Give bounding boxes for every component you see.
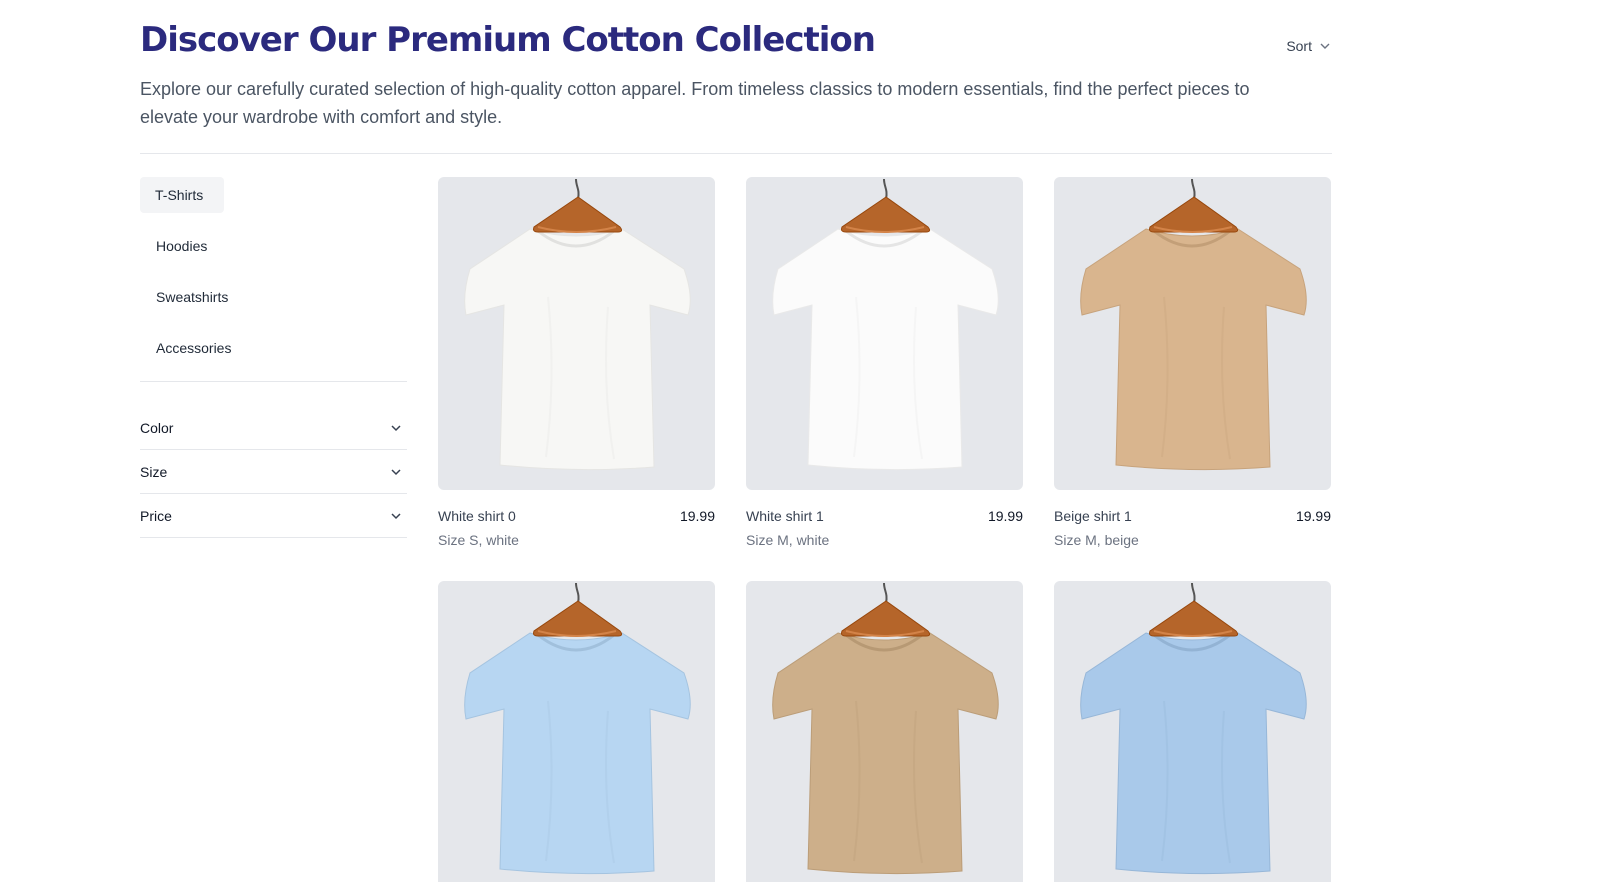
filter-size[interactable]: Size: [140, 450, 407, 494]
tshirt-hanger-illustration: [1080, 582, 1307, 875]
tshirt-body: [464, 632, 691, 875]
product-name: Beige shirt 1: [1054, 508, 1132, 524]
product-meta: White shirt 1 19.99: [746, 508, 1023, 524]
product-card[interactable]: [438, 581, 715, 882]
tshirt-body: [772, 632, 999, 875]
filter-label: Color: [140, 419, 174, 436]
tshirt-hanger-illustration: [772, 582, 999, 875]
chevron-down-icon: [1320, 43, 1330, 49]
tshirt-body: [772, 228, 999, 471]
category-accessories[interactable]: Accessories: [140, 330, 407, 366]
filter-label: Size: [140, 463, 168, 480]
filter-list: Color Size Price: [140, 406, 407, 538]
product-price: 19.99: [987, 508, 1023, 524]
category-sweatshirts[interactable]: Sweatshirts: [140, 279, 407, 315]
product-listing-page: Discover Our Premium Cotton Collection E…: [0, 0, 1600, 882]
sidebar: T-Shirts Hoodies Sweatshirts Accessories…: [140, 177, 407, 538]
chevron-down-icon: [391, 468, 401, 475]
sidebar-divider: [140, 381, 407, 382]
hanger-hook: [575, 178, 580, 200]
category-hoodies[interactable]: Hoodies: [140, 228, 407, 264]
header-divider: [140, 153, 1332, 154]
hanger-hook: [883, 582, 888, 604]
tshirt-hanger-illustration: [1080, 178, 1307, 471]
sort-button[interactable]: Sort: [1286, 38, 1332, 54]
filter-label: Price: [140, 507, 172, 524]
product-card[interactable]: Beige shirt 1 19.99 Size M, beige: [1054, 177, 1331, 548]
product-card[interactable]: White shirt 1 19.99 Size M, white: [746, 177, 1023, 548]
hanger-bar: [1149, 600, 1239, 637]
hanger-hook: [575, 582, 580, 604]
tshirt-hanger-illustration: [464, 178, 691, 471]
product-card[interactable]: [1054, 581, 1331, 882]
hanger-bar: [841, 600, 931, 637]
product-name: White shirt 1: [746, 508, 824, 524]
filter-price[interactable]: Price: [140, 494, 407, 538]
tshirt-body: [1080, 632, 1307, 875]
product-price: 19.99: [679, 508, 715, 524]
hanger-hook: [883, 178, 888, 200]
tshirt-body: [464, 228, 691, 471]
product-image: [1054, 177, 1331, 490]
hanger-bar: [841, 196, 931, 233]
hanger-hook: [1191, 582, 1196, 604]
product-image: [1054, 581, 1331, 882]
category-list: T-Shirts Hoodies Sweatshirts Accessories: [140, 177, 407, 366]
hanger-hook: [1191, 178, 1196, 200]
product-meta: Beige shirt 1 19.99: [1054, 508, 1331, 524]
product-price: 19.99: [1295, 508, 1331, 524]
product-image: [746, 581, 1023, 882]
chevron-down-icon: [391, 512, 401, 519]
product-image: [438, 177, 715, 490]
product-details: Size M, beige: [1054, 532, 1139, 548]
product-meta: White shirt 0 19.99: [438, 508, 715, 524]
product-card[interactable]: [746, 581, 1023, 882]
tshirt-hanger-illustration: [464, 582, 691, 875]
tshirt-body: [1080, 228, 1307, 471]
tshirt-hanger-illustration: [772, 178, 999, 471]
hanger-bar: [533, 600, 623, 637]
category-t-shirts[interactable]: T-Shirts: [140, 177, 224, 213]
filter-color[interactable]: Color: [140, 406, 407, 450]
page-description: Explore our carefully curated selection …: [140, 79, 1250, 127]
product-image: [438, 581, 715, 882]
page-title: Discover Our Premium Cotton Collection: [140, 20, 876, 60]
product-details: Size S, white: [438, 532, 519, 548]
product-card[interactable]: White shirt 0 19.99 Size S, white: [438, 177, 715, 548]
page-header: Discover Our Premium Cotton Collection E…: [140, 18, 1332, 131]
product-image: [746, 177, 1023, 490]
chevron-down-icon: [391, 424, 401, 431]
hanger-bar: [533, 196, 623, 233]
product-details: Size M, white: [746, 532, 830, 548]
hanger-bar: [1149, 196, 1239, 233]
product-name: White shirt 0: [438, 508, 516, 524]
sort-label: Sort: [1286, 38, 1312, 54]
